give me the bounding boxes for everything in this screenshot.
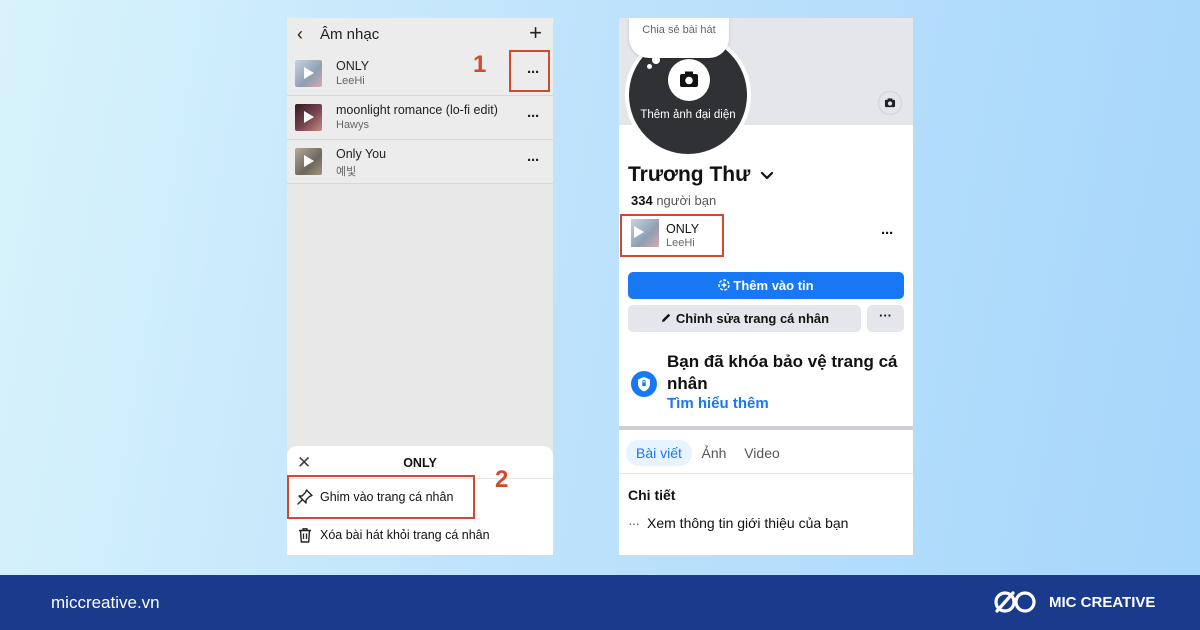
play-icon: [304, 155, 314, 167]
footer-url: miccreative.vn: [51, 593, 160, 612]
tab-video[interactable]: Video: [741, 440, 783, 466]
song-artist: Hawys: [336, 119, 370, 131]
song-thumbnail: [295, 104, 322, 131]
edit-profile-label: Chỉnh sửa trang cá nhân: [675, 311, 830, 326]
trash-icon: [299, 528, 311, 543]
view-intro-row[interactable]: ··· Xem thông tin giới thiệu của bạn: [628, 515, 848, 531]
learn-more-link[interactable]: Tìm hiểu thêm: [667, 395, 769, 412]
profile-name[interactable]: Trương Thư: [628, 163, 774, 187]
song-title: moonlight romance (lo-fi edit): [336, 103, 498, 117]
song-row[interactable]: moonlight romance (lo-fi edit) Hawys ···: [287, 96, 553, 140]
add-to-story-label: Thêm vào tin: [733, 278, 814, 293]
divider: [619, 473, 913, 474]
profile-screen: Thêm ảnh đại diện Chia sẻ bài hát Trương…: [619, 18, 913, 555]
remove-song-label: Xóa bài hát khỏi trang cá nhân: [320, 528, 490, 542]
tab-photos[interactable]: Ảnh: [697, 440, 731, 466]
friends-label: người bạn: [656, 193, 717, 208]
music-list-header: ‹ Âm nhạc +: [287, 18, 553, 53]
step-number-1: 1: [473, 51, 487, 78]
friends-count[interactable]: 334 người bạn: [631, 193, 716, 208]
share-song-label: Chia sẻ bài hát: [642, 24, 716, 36]
bubble-tail: [652, 56, 660, 64]
add-to-story-button[interactable]: Thêm vào tin: [628, 272, 904, 299]
mic-creative-logo: [994, 591, 1036, 613]
profile-name-text: Trương Thư: [628, 163, 751, 186]
more-horizontal-icon[interactable]: ···: [527, 152, 540, 169]
more-horizontal-icon: ···: [628, 515, 640, 531]
more-horizontal-icon[interactable]: ···: [527, 108, 540, 125]
highlight-box-pin-option: [287, 475, 475, 519]
plus-icon[interactable]: +: [529, 21, 542, 45]
page-title: Âm nhạc: [320, 26, 380, 43]
shield-icon: [631, 371, 657, 397]
highlight-box-more-button: [509, 50, 550, 92]
song-artist: 예빛: [336, 166, 357, 178]
add-avatar-label: Thêm ảnh đại diện: [640, 109, 736, 121]
pencil-icon: [661, 313, 671, 322]
song-artist: LeeHi: [336, 75, 365, 87]
footer-bar: miccreative.vn MIC CREATIVE: [0, 575, 1200, 630]
edit-profile-button[interactable]: Chỉnh sửa trang cá nhân: [628, 305, 861, 332]
highlight-box-pinned-song: [620, 214, 724, 257]
chevron-left-icon[interactable]: ‹: [297, 25, 303, 43]
song-title: ONLY: [336, 59, 370, 73]
details-heading: Chi tiết: [628, 487, 676, 503]
friends-number: 334: [631, 193, 653, 208]
divider: [619, 426, 913, 430]
play-icon: [304, 67, 314, 79]
view-intro-label: Xem thông tin giới thiệu của bạn: [647, 515, 849, 531]
action-sheet-title: ONLY: [403, 456, 437, 470]
song-row[interactable]: Only You 예빛 ···: [287, 140, 553, 184]
tab-posts[interactable]: Bài viết: [626, 440, 692, 466]
camera-icon[interactable]: [668, 59, 710, 101]
song-title: Only You: [336, 147, 387, 161]
more-options-button[interactable]: ···: [867, 305, 904, 332]
remove-song-button[interactable]: Xóa bài hát khỏi trang cá nhân: [287, 518, 553, 552]
step-number-2: 2: [495, 466, 509, 493]
chevron-down-icon: [761, 171, 774, 180]
song-thumbnail: [295, 148, 322, 175]
song-thumbnail: [295, 60, 322, 87]
add-story-icon: [718, 279, 731, 291]
play-icon: [304, 111, 314, 123]
camera-icon[interactable]: [878, 91, 902, 115]
profile-lock-title: Bạn đã khóa bảo vệ trang cá nhân: [667, 352, 898, 393]
footer-brand: MIC CREATIVE: [1049, 594, 1156, 611]
bubble-tail: [647, 64, 652, 69]
more-horizontal-icon[interactable]: ···: [881, 225, 894, 242]
share-song-bubble[interactable]: Chia sẻ bài hát: [629, 18, 729, 58]
